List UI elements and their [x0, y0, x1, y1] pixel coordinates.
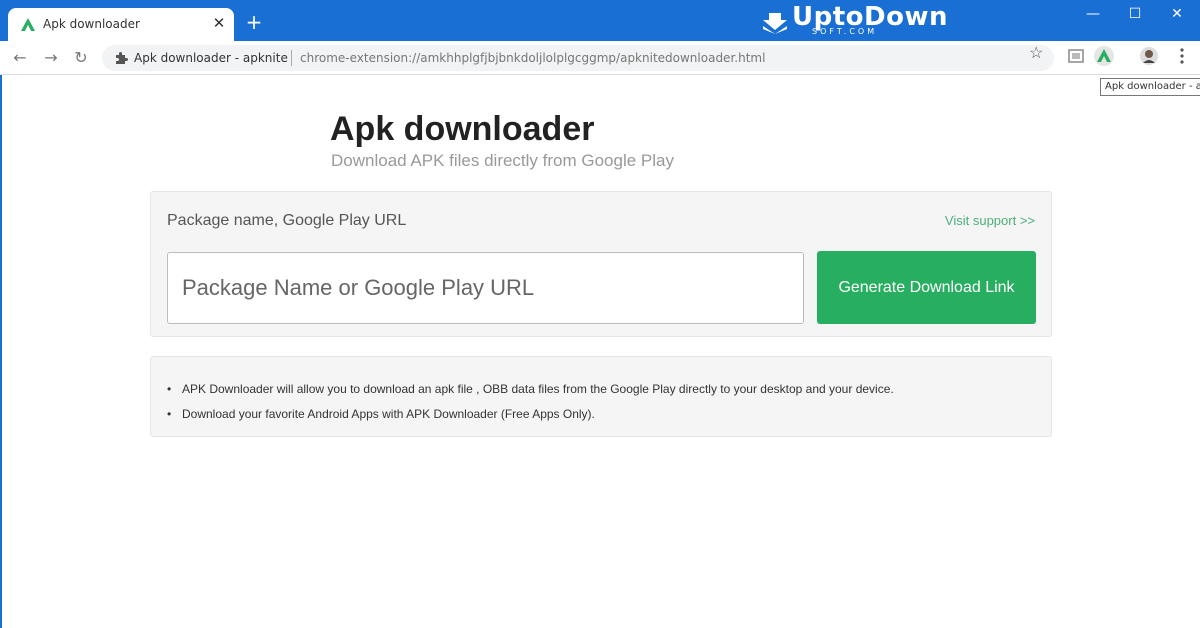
watermark-subtext: SOFT.COM: [812, 27, 878, 36]
bullet-icon: •: [167, 407, 172, 421]
new-tab-button[interactable]: +: [244, 12, 264, 32]
page-subtitle: Download APK files directly from Google …: [331, 151, 674, 170]
apk-downloader-favicon-icon: [21, 18, 35, 31]
info-list-item: • Download your favorite Android Apps wit…: [167, 402, 894, 427]
package-url-input[interactable]: [167, 252, 804, 324]
maximize-button[interactable]: ☐: [1120, 4, 1150, 24]
generate-download-link-button[interactable]: Generate Download Link: [817, 251, 1036, 324]
info-list-item: • APK Downloader will allow you to downlo…: [167, 377, 894, 402]
reload-button[interactable]: ↻: [70, 47, 92, 69]
address-bar[interactable]: Apk downloader - apknite chrome-extensio…: [102, 45, 1054, 71]
input-label: Package name, Google Play URL: [167, 212, 407, 229]
tab-close-button[interactable]: ✕: [211, 16, 227, 32]
back-button[interactable]: ←: [9, 47, 31, 69]
extension-box-icon[interactable]: [1066, 46, 1086, 66]
menu-kebab-icon[interactable]: [1172, 46, 1192, 66]
bullet-icon: •: [167, 382, 172, 396]
window-border: [0, 75, 2, 628]
download-arrow-icon: [763, 13, 787, 34]
forward-button[interactable]: →: [40, 47, 62, 69]
info-list: • APK Downloader will allow you to downlo…: [167, 377, 894, 427]
omnibox-separator: [291, 50, 292, 66]
tab-title: Apk downloader: [43, 17, 140, 31]
omnibox-url: chrome-extension://amkhhplgfjbjbnkdoljlo…: [300, 51, 766, 65]
omnibox-site-name: Apk downloader - apknite: [134, 51, 288, 65]
browser-titlebar: Apk downloader ✕ + UptoDown SOFT.COM — ☐…: [0, 0, 1200, 41]
minimize-button[interactable]: —: [1078, 4, 1108, 24]
extension-tooltip: Apk downloader - a: [1100, 78, 1200, 96]
info-text: Download your favorite Android Apps with…: [182, 407, 595, 421]
apk-downloader-extension-icon[interactable]: [1094, 46, 1114, 66]
close-window-button[interactable]: ✕: [1162, 4, 1192, 24]
info-text: APK Downloader will allow you to downloa…: [182, 382, 894, 396]
visit-support-link[interactable]: Visit support >>: [945, 213, 1035, 228]
page-title: Apk downloader: [330, 110, 595, 148]
extension-puzzle-icon: [116, 52, 128, 64]
browser-tab[interactable]: Apk downloader ✕: [8, 8, 234, 41]
bookmark-star-icon[interactable]: ☆: [1029, 45, 1043, 63]
profile-avatar-icon[interactable]: [1139, 46, 1159, 66]
browser-toolbar: ← → ↻ Apk downloader - apknite chrome-ex…: [0, 41, 1200, 75]
download-form-panel: Package name, Google Play URL Visit supp…: [150, 191, 1052, 337]
info-panel: • APK Downloader will allow you to downlo…: [150, 356, 1052, 437]
